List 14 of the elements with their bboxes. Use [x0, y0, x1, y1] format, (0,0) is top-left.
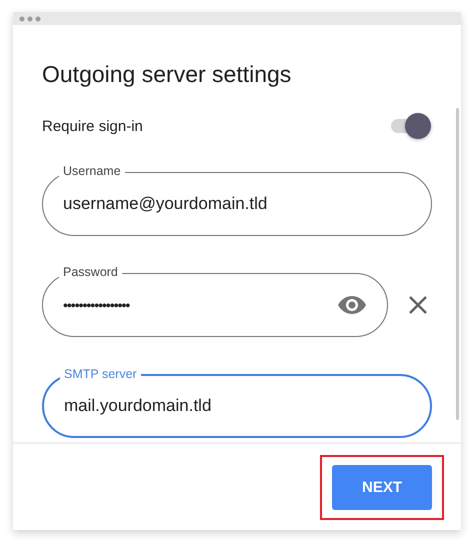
dialog-title: Outgoing server settings	[42, 61, 292, 89]
close-icon[interactable]	[408, 295, 428, 315]
toggle-label: Require sign-in	[42, 118, 143, 134]
scrollbar[interactable]	[456, 108, 459, 420]
eye-icon[interactable]	[337, 295, 367, 315]
next-button[interactable]: NEXT	[332, 464, 432, 510]
field-label: SMTP server	[60, 366, 141, 382]
window-dots-icon	[19, 16, 41, 22]
field-value: username@yourdomain.tld	[63, 194, 268, 214]
toggle-switch[interactable]	[391, 113, 431, 139]
field-label: Username	[59, 163, 125, 179]
field-label: Password	[59, 264, 122, 280]
field-value: •••••••••••••••••	[63, 297, 131, 313]
field-value: mail.yourdomain.tld	[64, 396, 212, 416]
